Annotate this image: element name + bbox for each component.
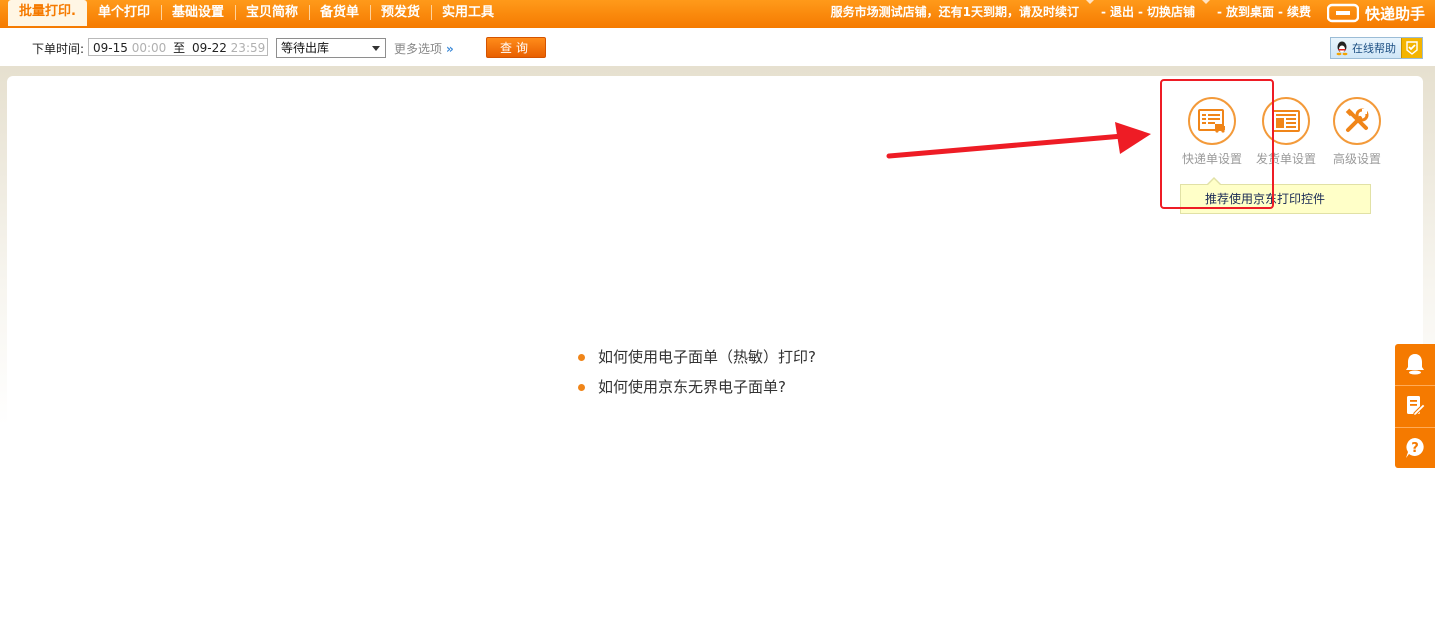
- help-links: 如何使用电子面单（热敏）打印? 如何使用京东无界电子面单?: [578, 347, 816, 407]
- bullet-icon: [578, 384, 585, 391]
- help-link-jd-waybill[interactable]: 如何使用京东无界电子面单?: [578, 377, 816, 407]
- bullet-icon: [578, 354, 585, 361]
- time-to: 23:59: [230, 41, 266, 55]
- annotation-arrow: [886, 122, 1151, 159]
- tab-basic-settings[interactable]: 基础设置: [160, 0, 235, 28]
- order-status-select[interactable]: 等待出库: [276, 38, 386, 58]
- shipping-slip-icon: [1272, 110, 1300, 132]
- tab-item-abbreviation[interactable]: 宝贝简称: [234, 0, 309, 28]
- notification-button[interactable]: [1395, 344, 1435, 384]
- chevron-down-icon[interactable]: [1202, 0, 1210, 4]
- qq-icon: [1336, 41, 1348, 56]
- annotation-highlight-box: [1160, 79, 1274, 209]
- query-button[interactable]: 查询: [486, 37, 546, 58]
- floating-service-bar: ?: [1395, 344, 1435, 468]
- more-options-link[interactable]: 更多选项»: [394, 40, 454, 57]
- tab-pre-shipment[interactable]: 预发货: [370, 0, 431, 28]
- question-icon: ?: [1406, 438, 1424, 458]
- brand-logo-icon: [1326, 3, 1359, 23]
- main-tabs: 批量打印. 单个打印 基础设置 宝贝简称 备货单 预发货 实用工具: [8, 0, 505, 28]
- separator: -: [1217, 5, 1222, 19]
- date-to: 09-22: [191, 41, 227, 55]
- feedback-button[interactable]: [1395, 386, 1435, 426]
- renew-link[interactable]: 续费: [1287, 0, 1311, 26]
- advanced-settings-label: 高级设置: [1332, 152, 1381, 166]
- bell-icon: [1406, 354, 1424, 375]
- logout-link[interactable]: 退出: [1110, 0, 1134, 26]
- svg-text:?: ?: [1411, 441, 1419, 456]
- separator: -: [1278, 5, 1283, 19]
- chevron-down-icon: [372, 46, 380, 51]
- tab-stock-list[interactable]: 备货单: [309, 0, 370, 28]
- order-date-range-input[interactable]: 09-15 00:00 至 09-22 23:59: [88, 38, 268, 56]
- to-label: 至: [173, 41, 186, 55]
- online-help-button[interactable]: 在线帮助: [1330, 37, 1423, 59]
- add-to-desktop-link[interactable]: 放到桌面: [1226, 0, 1274, 26]
- shop-expiry-notice[interactable]: 服务市场测试店铺，还有1天到期，请及时续订: [831, 0, 1079, 26]
- tab-batch-print[interactable]: 批量打印.: [8, 0, 87, 26]
- edit-note-icon: [1407, 396, 1426, 417]
- tab-utilities[interactable]: 实用工具: [431, 0, 505, 28]
- date-from: 09-15: [93, 41, 128, 55]
- brand-name: 快递助手: [1364, 4, 1425, 23]
- time-from: 00:00: [131, 41, 167, 55]
- faq-button[interactable]: ?: [1395, 428, 1435, 468]
- order-time-label: 下单时间:: [32, 42, 85, 56]
- double-chevron-right-icon: »: [446, 42, 454, 56]
- advanced-settings-button[interactable]: 高级设置: [1327, 97, 1387, 167]
- circle-frame: [1333, 97, 1381, 145]
- tab-single-print[interactable]: 单个打印: [87, 0, 161, 28]
- separator: -: [1101, 5, 1106, 19]
- help-link-thermal-waybill[interactable]: 如何使用电子面单（热敏）打印?: [578, 347, 816, 377]
- switch-shop-link[interactable]: 切换店铺: [1147, 0, 1195, 26]
- verified-check-icon: [1401, 38, 1422, 58]
- help-link-label: 如何使用电子面单（热敏）打印?: [598, 348, 816, 366]
- order-status-value: 等待出库: [281, 41, 330, 55]
- more-options-label: 更多选项: [394, 42, 443, 56]
- chevron-down-icon[interactable]: [1086, 0, 1094, 4]
- brand-logo: 快递助手: [1326, 1, 1425, 25]
- online-help-label: 在线帮助: [1352, 42, 1396, 55]
- help-link-label: 如何使用京东无界电子面单?: [598, 378, 786, 396]
- tools-icon: [1345, 108, 1369, 132]
- separator: -: [1138, 5, 1143, 19]
- account-bar: 服务市场测试店铺，还有1天到期，请及时续订 - 退出 - 切换店铺 - 放到桌面…: [831, 0, 1311, 26]
- filter-toolbar: 下单时间: 09-15 00:00 至 09-22 23:59 等待出库 更多选…: [0, 28, 1435, 66]
- top-nav-bar: 批量打印. 单个打印 基础设置 宝贝简称 备货单 预发货 实用工具 服务市场测试…: [0, 0, 1435, 28]
